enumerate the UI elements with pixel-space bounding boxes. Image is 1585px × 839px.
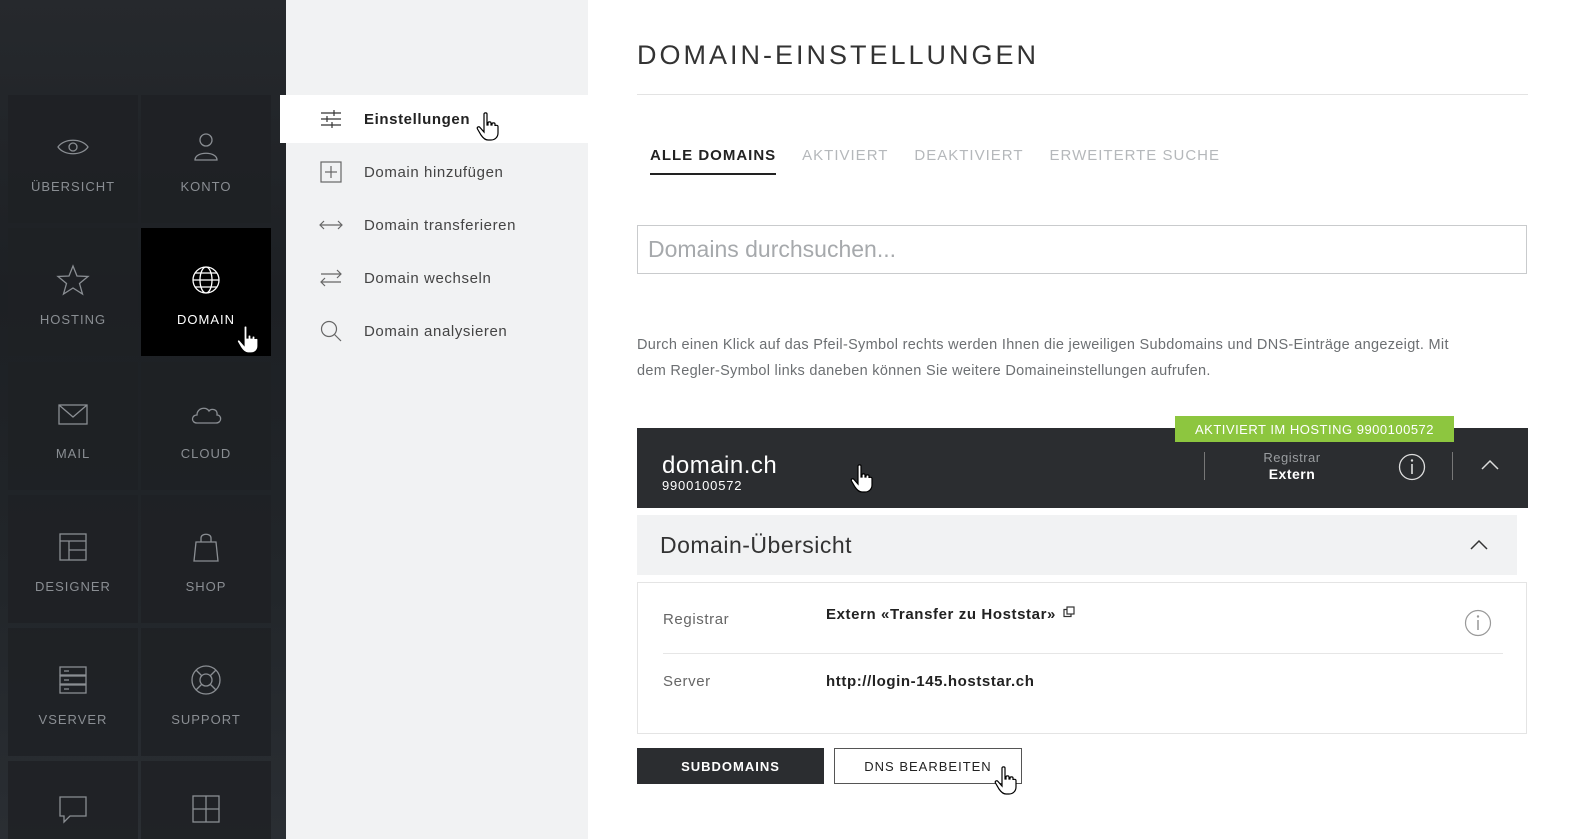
sidebar-item-support[interactable]: Support (141, 628, 271, 756)
swap-arrows-icon (318, 265, 344, 291)
main-sidebar: Übersicht Konto Hosting Domain Mail Clou… (0, 0, 286, 839)
sidebar-item-cloud[interactable]: Cloud (141, 362, 271, 490)
sidebar-item-uebersicht[interactable]: Übersicht (8, 95, 138, 223)
domain-overview-details: Registrar Extern «Transfer zu Hoststar» … (637, 582, 1527, 734)
sidebar-item-label: Cloud (180, 446, 232, 461)
cloud-icon (188, 396, 224, 432)
star-icon (55, 262, 91, 298)
hosting-status-badge: AKTIVIERT IM HOSTING 9900100572 (1175, 416, 1455, 442)
domain-filter-tabs: ALLE DOMAINS AKTIVIERT DEAKTIVIERT ERWEI… (650, 147, 1246, 175)
envelope-icon (55, 396, 91, 432)
row-divider (663, 653, 1503, 654)
sidebar-item-label: Hosting (39, 312, 107, 327)
info-icon[interactable] (1398, 453, 1426, 481)
hand-cursor-icon (994, 766, 1018, 796)
shopping-bag-icon (188, 529, 224, 565)
sidebar-item-chat[interactable] (8, 761, 138, 839)
magnifier-icon (318, 318, 344, 344)
eye-icon (55, 129, 91, 165)
sidebar-item-shop[interactable]: Shop (141, 495, 271, 623)
sidebar-item-label: Mail (55, 446, 91, 461)
sidebar-item-label: Shop (185, 579, 227, 594)
divider (1452, 452, 1453, 480)
help-text: Durch einen Klick auf das Pfeil-Symbol r… (637, 337, 1449, 379)
sidebar-item-label: Konto (180, 179, 232, 194)
tab-erweiterte-suche[interactable]: ERWEITERTE SUCHE (1050, 147, 1220, 175)
domain-customer-number: 9900100572 (662, 478, 743, 493)
tab-deaktiviert[interactable]: DEAKTIVIERT (914, 147, 1023, 175)
lifebuoy-icon (188, 662, 224, 698)
sidebar-item-hosting[interactable]: Hosting (8, 228, 138, 356)
tab-aktiviert[interactable]: AKTIVIERT (802, 147, 888, 175)
globe-icon (188, 262, 224, 298)
submenu-item-label: Einstellungen (364, 110, 471, 128)
overview-title: Domain-Übersicht (660, 532, 853, 558)
sidebar-item-label: vServer (38, 712, 108, 727)
sidebar-item-label: Übersicht (30, 179, 116, 194)
page-title: DOMAIN-EINSTELLUNGEN (637, 40, 1040, 70)
plus-box-icon (318, 159, 344, 185)
registrar-label: Registrar (1263, 450, 1321, 465)
submenu-item-label: Domain hinzufügen (364, 163, 504, 181)
external-link-icon (1063, 606, 1075, 618)
subdomains-button[interactable]: SUBDOMAINS (637, 748, 824, 784)
sidebar-item-designer[interactable]: Designer (8, 495, 138, 623)
submenu-item-domain-wechseln[interactable]: Domain wechseln (286, 254, 588, 302)
plus-square-icon (188, 791, 224, 827)
registrar-row-value: Extern «Transfer zu Hoststar» (826, 606, 1056, 623)
info-icon[interactable] (1464, 609, 1492, 637)
tab-alle-domains[interactable]: ALLE DOMAINS (650, 147, 777, 175)
sidebar-item-mail[interactable]: Mail (8, 362, 138, 490)
submenu-item-domain-hinzufuegen[interactable]: Domain hinzufügen (286, 148, 588, 196)
user-icon (188, 129, 224, 165)
submenu-item-domain-analysieren[interactable]: Domain analysieren (286, 307, 588, 355)
sidebar-item-label: Designer (35, 579, 111, 594)
main-content: DOMAIN-EINSTELLUNGEN ALLE DOMAINS AKTIVI… (588, 0, 1585, 839)
divider (1204, 452, 1205, 480)
domain-overview-header[interactable]: Domain-Übersicht (637, 515, 1517, 575)
submenu-item-domain-transferieren[interactable]: Domain transferieren (286, 201, 588, 249)
submenu-item-label: Domain transferieren (364, 216, 517, 234)
hand-cursor-icon (850, 464, 874, 494)
hand-cursor-icon (236, 325, 260, 355)
sidebar-item-label: Domain (177, 312, 235, 327)
sidebar-item-vserver[interactable]: vServer (8, 628, 138, 756)
sidebar-item-more[interactable] (141, 761, 271, 839)
registrar-value: Extern (1268, 466, 1316, 482)
sliders-icon (318, 106, 344, 132)
domain-search-input[interactable] (637, 225, 1527, 274)
sidebar-item-label: Support (171, 712, 241, 727)
sidebar-item-konto[interactable]: Konto (141, 95, 271, 223)
server-icon (55, 662, 91, 698)
server-row-label: Server (663, 673, 711, 690)
chevron-up-icon[interactable] (1480, 459, 1500, 471)
registrar-row-label: Registrar (663, 611, 730, 628)
domain-name: domain.ch (662, 452, 778, 479)
submenu-item-einstellungen[interactable]: Einstellungen (280, 95, 588, 143)
submenu-item-label: Domain wechseln (364, 269, 492, 287)
hand-cursor-icon (476, 112, 500, 142)
layout-icon (55, 529, 91, 565)
server-row-value: http://login-145.hoststar.ch (826, 673, 1035, 690)
chevron-up-icon[interactable] (1469, 539, 1489, 551)
title-divider (637, 94, 1528, 95)
registrar-transfer-link[interactable]: Extern «Transfer zu Hoststar» (826, 606, 1075, 623)
submenu-item-label: Domain analysieren (364, 322, 508, 340)
chat-icon (55, 791, 91, 827)
domain-submenu: Einstellungen Domain hinzufügen Domain t… (280, 0, 588, 839)
arrows-horizontal-icon (318, 212, 344, 238)
